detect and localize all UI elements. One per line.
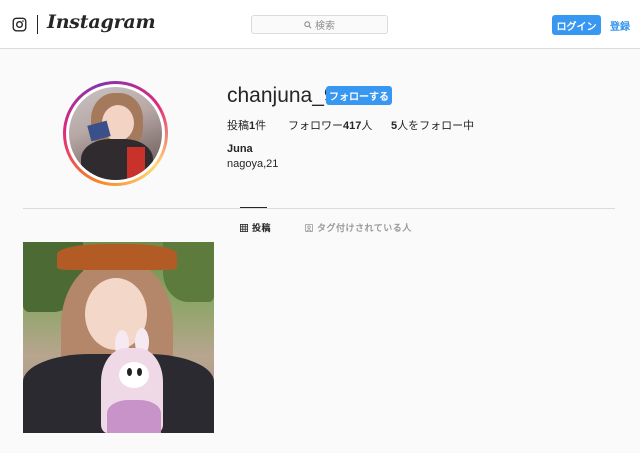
instagram-wordmark[interactable]: Instagram <box>47 11 156 33</box>
tab-posts[interactable]: 投稿 <box>240 221 271 234</box>
profile-avatar[interactable] <box>63 81 168 186</box>
posts-unit: 件 <box>255 120 267 132</box>
avatar-photo-red-detail <box>127 147 145 180</box>
followers-label: フォロワー <box>288 120 343 132</box>
logo-divider <box>37 15 38 34</box>
post-photo-character-dress <box>107 400 161 433</box>
tab-tagged-label: タグ付けされている人 <box>317 223 412 233</box>
tagged-icon <box>305 223 313 232</box>
post-photo-character-eye <box>137 368 142 376</box>
search-placeholder: 検索 <box>315 21 335 32</box>
tab-tagged[interactable]: タグ付けされている人 <box>305 221 412 234</box>
post-photo-headband <box>57 244 177 270</box>
tabs-divider <box>23 208 615 209</box>
grid-icon <box>240 223 248 232</box>
following-link[interactable]: 5人をフォロー中 <box>391 117 474 133</box>
following-label: 人をフォロー中 <box>397 120 475 132</box>
tab-posts-label: 投稿 <box>252 223 272 233</box>
follow-button[interactable]: フォローする <box>326 86 392 105</box>
post-photo-character-eye <box>127 368 132 376</box>
posts-count: 投稿1件 <box>227 117 266 133</box>
top-navigation-bar: Instagram 検索 ログイン 登録 <box>0 0 640 49</box>
followers-link[interactable]: フォロワー417人 <box>288 117 372 133</box>
post-thumbnail[interactable] <box>23 242 214 433</box>
search-icon <box>304 20 312 29</box>
search-input[interactable]: 検索 <box>251 15 388 34</box>
instagram-camera-icon[interactable] <box>12 17 27 32</box>
avatar-border <box>66 84 165 183</box>
post-photo-character-face <box>119 362 149 388</box>
profile-username: chanjuna_9 <box>227 84 336 107</box>
posts-label: 投稿 <box>227 120 249 132</box>
profile-full-name: Juna <box>227 143 253 155</box>
followers-unit: 人 <box>361 120 373 132</box>
avatar-photo <box>69 87 162 180</box>
followers-number: 417 <box>343 120 362 132</box>
signup-link[interactable]: 登録 <box>610 18 630 33</box>
login-button[interactable]: ログイン <box>552 15 601 35</box>
profile-bio: nagoya,21 <box>227 158 279 170</box>
active-tab-indicator <box>240 207 267 208</box>
